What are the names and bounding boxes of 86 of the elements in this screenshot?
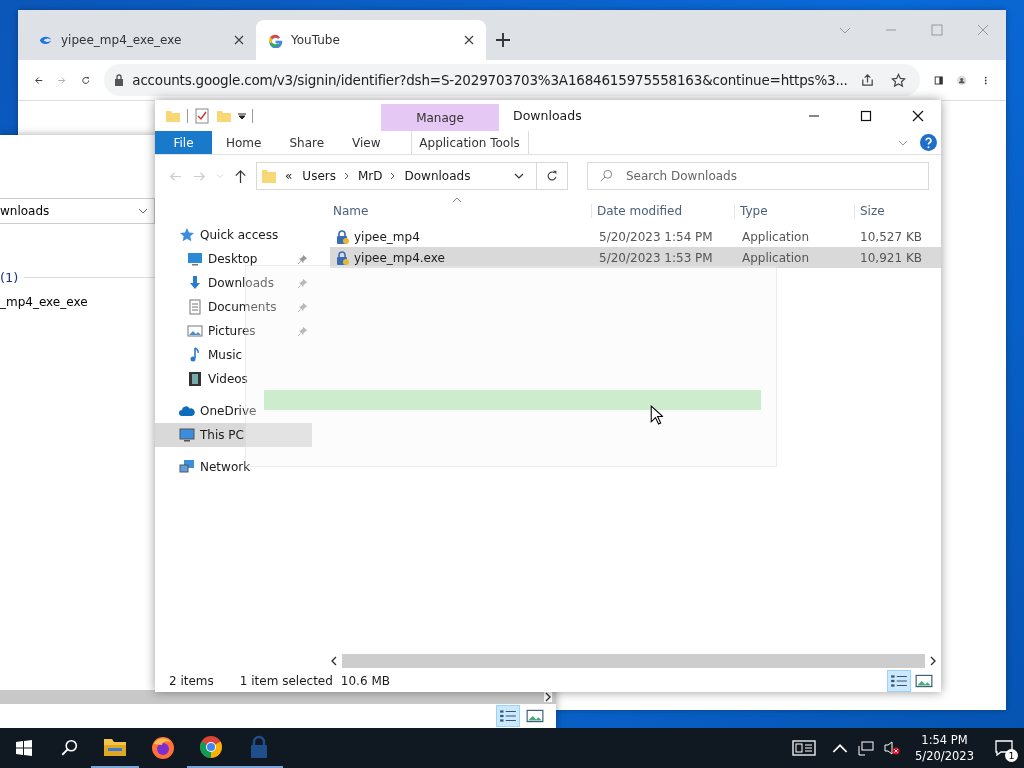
details-view-icon[interactable] — [496, 705, 520, 727]
scrollbar[interactable] — [330, 654, 937, 668]
column-header[interactable]: Type — [734, 204, 854, 218]
browser-tab[interactable]: yipee_mp4_exe_exe — [26, 20, 256, 60]
film-icon — [187, 371, 203, 387]
folder-icon — [103, 737, 127, 757]
nav-item[interactable]: Documents — [155, 295, 330, 319]
file-name[interactable]: _mp4_exe_exe — [0, 295, 88, 309]
close-icon[interactable] — [234, 35, 244, 45]
document-icon — [187, 299, 203, 315]
browser-tab[interactable]: YouTube — [256, 20, 486, 60]
column-header[interactable]: Size — [854, 204, 926, 218]
breadcrumb-item[interactable]: Users — [300, 169, 338, 183]
folder-icon — [261, 167, 277, 185]
clock[interactable]: 1:54 PM 5/20/2023 — [905, 732, 984, 764]
computer-icon — [179, 427, 195, 443]
nav-item[interactable]: Pictures — [155, 319, 330, 343]
help-icon[interactable] — [920, 134, 937, 151]
path-field[interactable]: wnloads — [0, 198, 155, 224]
cursor-icon — [650, 405, 663, 425]
date-text: 5/20/2023 — [915, 748, 974, 764]
chevron-icon — [343, 171, 350, 181]
close-icon[interactable] — [464, 35, 474, 45]
desktop-icon — [187, 251, 203, 267]
breadcrumb-item[interactable]: MrD — [355, 169, 385, 183]
group-header: (1) — [0, 270, 19, 285]
pin-icon — [297, 253, 308, 265]
lock-icon — [114, 74, 125, 86]
lock-file-icon — [334, 228, 350, 245]
pin-icon — [297, 301, 308, 313]
table-cell-text: Application — [741, 229, 811, 244]
table-cell-text: 5/20/2023 1:53 PM — [598, 250, 714, 265]
checklist-icon[interactable] — [194, 107, 210, 124]
status-text: 2 items — [169, 674, 214, 688]
column-header[interactable]: Date modified — [591, 204, 734, 218]
breadcrumb-item[interactable]: Downloads — [402, 169, 473, 183]
picture-icon — [187, 323, 203, 339]
firefox-icon — [151, 736, 175, 760]
nav-item[interactable]: This PC — [155, 423, 312, 447]
ribbon-tab[interactable]: Application Tools — [410, 131, 529, 154]
chevron-icon — [390, 171, 397, 181]
table-cell-text: 10,921 KB — [859, 250, 923, 265]
address-bar[interactable]: accounts.google.com/v3/signin/identifier?dsh=S-2029703703%3A1684615975558163&continue=https%3... — [104, 64, 920, 96]
refresh-icon — [545, 169, 559, 183]
address-bar[interactable]: « Users MrD Downloads — [256, 162, 568, 190]
chrome-icon — [199, 735, 223, 759]
status-text: 10.6 MB — [340, 674, 390, 688]
table-cell-text: 5/20/2023 1:54 PM — [598, 229, 714, 244]
search-field[interactable]: Search Downloads — [587, 162, 929, 190]
column-header[interactable]: Name — [330, 204, 591, 218]
table-cell-text: Application — [741, 250, 811, 265]
file-row[interactable]: yipee_mp4.exe 5/20/2023 1:53 PM Application 10,921 KB — [330, 247, 941, 268]
breadcrumb-item[interactable]: « — [283, 169, 295, 183]
nav-item[interactable]: Network — [155, 455, 330, 479]
status-text: 1 item selected — [239, 674, 333, 688]
window-title: Downloads — [513, 108, 582, 123]
pin-icon — [297, 325, 308, 337]
network-icon — [179, 459, 195, 475]
lock-icon — [249, 735, 269, 759]
lock-file-icon — [334, 249, 350, 266]
nav-item[interactable]: Quick access — [155, 223, 330, 247]
notification-badge: 1 — [1005, 749, 1018, 762]
file-row[interactable]: yipee_mp4 5/20/2023 1:54 PM Application 10,527 KB — [330, 226, 941, 247]
context-tab-header: Manage — [381, 104, 499, 131]
chevron-icon[interactable] — [514, 173, 524, 179]
google-icon — [268, 32, 283, 48]
file-tab[interactable]: File — [155, 131, 212, 154]
scrollbar[interactable] — [0, 690, 556, 704]
new-tab-icon[interactable] — [496, 33, 510, 47]
notification-button[interactable]: 1 — [984, 728, 1024, 768]
nav-item[interactable]: Videos — [155, 367, 330, 391]
nav-item[interactable]: Downloads — [155, 271, 330, 295]
cloud-icon — [179, 403, 195, 419]
dropdown-icon[interactable] — [238, 111, 246, 120]
search-icon — [599, 169, 613, 183]
chevron-icon — [138, 208, 148, 214]
file-name: yipee_mp4 — [354, 229, 420, 244]
star-icon — [179, 227, 195, 243]
nav-item[interactable]: Music — [155, 343, 330, 367]
pin-icon — [297, 277, 308, 289]
details-view-icon[interactable] — [887, 670, 911, 692]
right-arrow-icon[interactable] — [544, 692, 552, 702]
file-name: yipee_mp4.exe — [354, 250, 445, 265]
download-icon — [187, 275, 203, 291]
time-text: 1:54 PM — [921, 732, 968, 748]
table-cell-text: 10,527 KB — [859, 229, 923, 244]
